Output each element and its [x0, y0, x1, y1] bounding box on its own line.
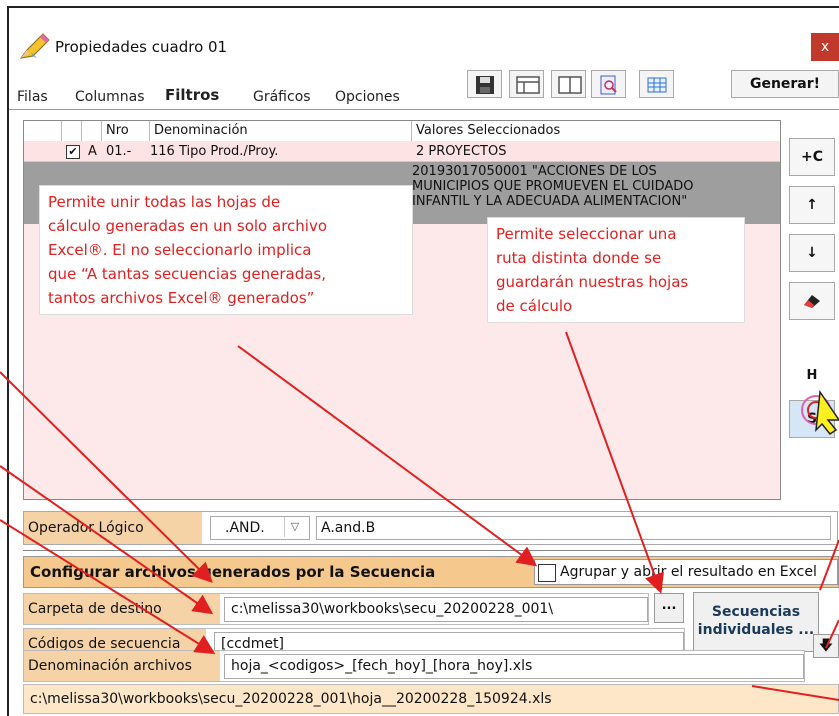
divider	[23, 550, 839, 551]
config-header: Configurar archivos generados por la Sec…	[23, 556, 839, 588]
grid-header: Nro Denominación Valores Seleccionados	[24, 121, 780, 142]
properties-window: Propiedades cuadro 01 x Filas Columnas F…	[7, 6, 839, 716]
callout-left-line-3: Excel®. El no seleccionarlo implica	[48, 241, 312, 259]
row-valor: 2 PROYECTOS	[416, 144, 507, 159]
save-button[interactable]	[467, 70, 502, 98]
erase-button[interactable]	[789, 282, 835, 320]
col-valores[interactable]: Valores Seleccionados	[412, 121, 780, 141]
operator-expression-field[interactable]: A.and.B	[316, 516, 831, 540]
row-nro: 01.-	[106, 144, 132, 159]
tab-opciones[interactable]: Opciones	[335, 89, 400, 105]
col-nro[interactable]: Nro	[102, 121, 150, 141]
table-button[interactable]	[639, 70, 674, 98]
callout-group-excel: Permite unir todas las hojas de cálculo …	[40, 186, 412, 314]
arrow-down-icon: 🡇	[818, 638, 834, 654]
pencil-icon	[17, 32, 51, 66]
individual-sequences-line-1: Secuencias	[711, 604, 801, 620]
generate-button[interactable]: Generar!	[731, 70, 839, 98]
arrow-down-icon: ↓	[806, 245, 818, 261]
arrow-up-icon: ↑	[806, 197, 818, 213]
callout-right-line-3: guardarán nuestras hojas	[496, 273, 689, 291]
row-denominacion: 116 Tipo Prod./Proy.	[150, 144, 279, 159]
row-flag: A	[88, 144, 97, 159]
table-row[interactable]: ✔ A 01.- 116 Tipo Prod./Proy. 2 PROYECTO…	[24, 141, 780, 162]
tab-columnas[interactable]: Columnas	[75, 89, 145, 105]
callout-left-line-1: Permite unir todas las hojas de	[48, 193, 281, 211]
result-path: c:\melissa30\workbooks\secu_20200228_001…	[23, 684, 839, 714]
names-row: Denominación archivos hoja_<codigos>_[fe…	[23, 650, 805, 682]
callout-right-line-4: de cálculo	[496, 297, 573, 315]
individual-sequences-button[interactable]: Secuencias individuales ...	[693, 592, 819, 652]
row-valor-multiline: 20193017050001 "ACCIONES DE LOS MUNICIPI…	[412, 164, 694, 209]
chevron-down-icon[interactable]: ▽	[284, 517, 305, 537]
folder-input[interactable]: c:\melissa30\workbooks\secu_20200228_001…	[224, 597, 648, 622]
row-checkbox[interactable]: ✔	[66, 145, 80, 159]
operator-label: Operador Lógico	[24, 512, 202, 544]
title-bar: Propiedades cuadro 01 x	[9, 30, 839, 64]
callout-right-line-2: ruta distinta donde se	[496, 249, 662, 267]
layout-split-button[interactable]	[551, 70, 586, 98]
browse-button[interactable]: ...	[654, 593, 684, 623]
callout-left-line-2: cálculo generadas en un solo archivo	[48, 217, 328, 235]
tab-graficos[interactable]: Gráficos	[253, 89, 311, 105]
folder-row: Carpeta de destino c:\melissa30\workbook…	[23, 593, 649, 625]
callout-folder: Permite seleccionar una ruta distinta do…	[488, 218, 744, 322]
logical-operator-row: Operador Lógico .AND. ▽ A.and.B	[23, 511, 838, 545]
row-valor-line-2: MUNICIPIOS QUE PROMUEVEN EL CUIDADO	[412, 179, 694, 194]
add-condition-button[interactable]: +C	[789, 138, 835, 176]
layout-top-button[interactable]	[509, 70, 544, 98]
tab-divider	[9, 109, 839, 110]
window-title: Propiedades cuadro 01	[55, 38, 228, 56]
preview-button[interactable]	[591, 70, 626, 98]
col-denominacion[interactable]: Denominación	[150, 121, 412, 141]
tab-filas[interactable]: Filas	[17, 89, 48, 105]
move-up-button[interactable]: ↑	[789, 186, 835, 224]
row-valor-line-1: 20193017050001 "ACCIONES DE LOS	[412, 164, 657, 179]
tab-filtros[interactable]: Filtros	[165, 86, 220, 104]
insert-code-button[interactable]: 🡇	[813, 634, 839, 658]
callout-right-line-1: Permite seleccionar una	[496, 225, 677, 243]
eraser-icon	[802, 295, 822, 313]
config-title: Configurar archivos generados por la Sec…	[30, 563, 436, 581]
individual-sequences-line-2: individuales ...	[697, 622, 815, 638]
col-blank-1	[24, 121, 62, 141]
col-blank-2	[62, 121, 82, 141]
names-input[interactable]: hoja_<codigos>_[fech_hoy]_[hora_hoy].xls	[224, 654, 804, 679]
col-blank-3	[82, 121, 102, 141]
folder-label: Carpeta de destino	[24, 594, 220, 624]
sequence-button[interactable]: S	[789, 400, 835, 438]
group-label: Agrupar y abrir el resultado en Excel	[560, 564, 817, 580]
callout-left-line-5: tantos archivos Excel® generados”	[48, 289, 315, 307]
move-down-button[interactable]: ↓	[789, 234, 835, 272]
group-checkbox[interactable]	[538, 564, 556, 582]
h-label: H	[806, 368, 818, 383]
top-strip	[9, 8, 839, 30]
row-valor-line-3: INFANTIL Y LA ADECUADA ALIMENTACION"	[412, 194, 688, 209]
callout-left-line-4: que “A tantas secuencias generadas,	[48, 265, 326, 283]
tab-bar: Filas Columnas Filtros Gráficos Opciones…	[9, 64, 839, 110]
names-label: Denominación archivos	[24, 651, 220, 681]
close-button[interactable]: x	[811, 33, 839, 61]
